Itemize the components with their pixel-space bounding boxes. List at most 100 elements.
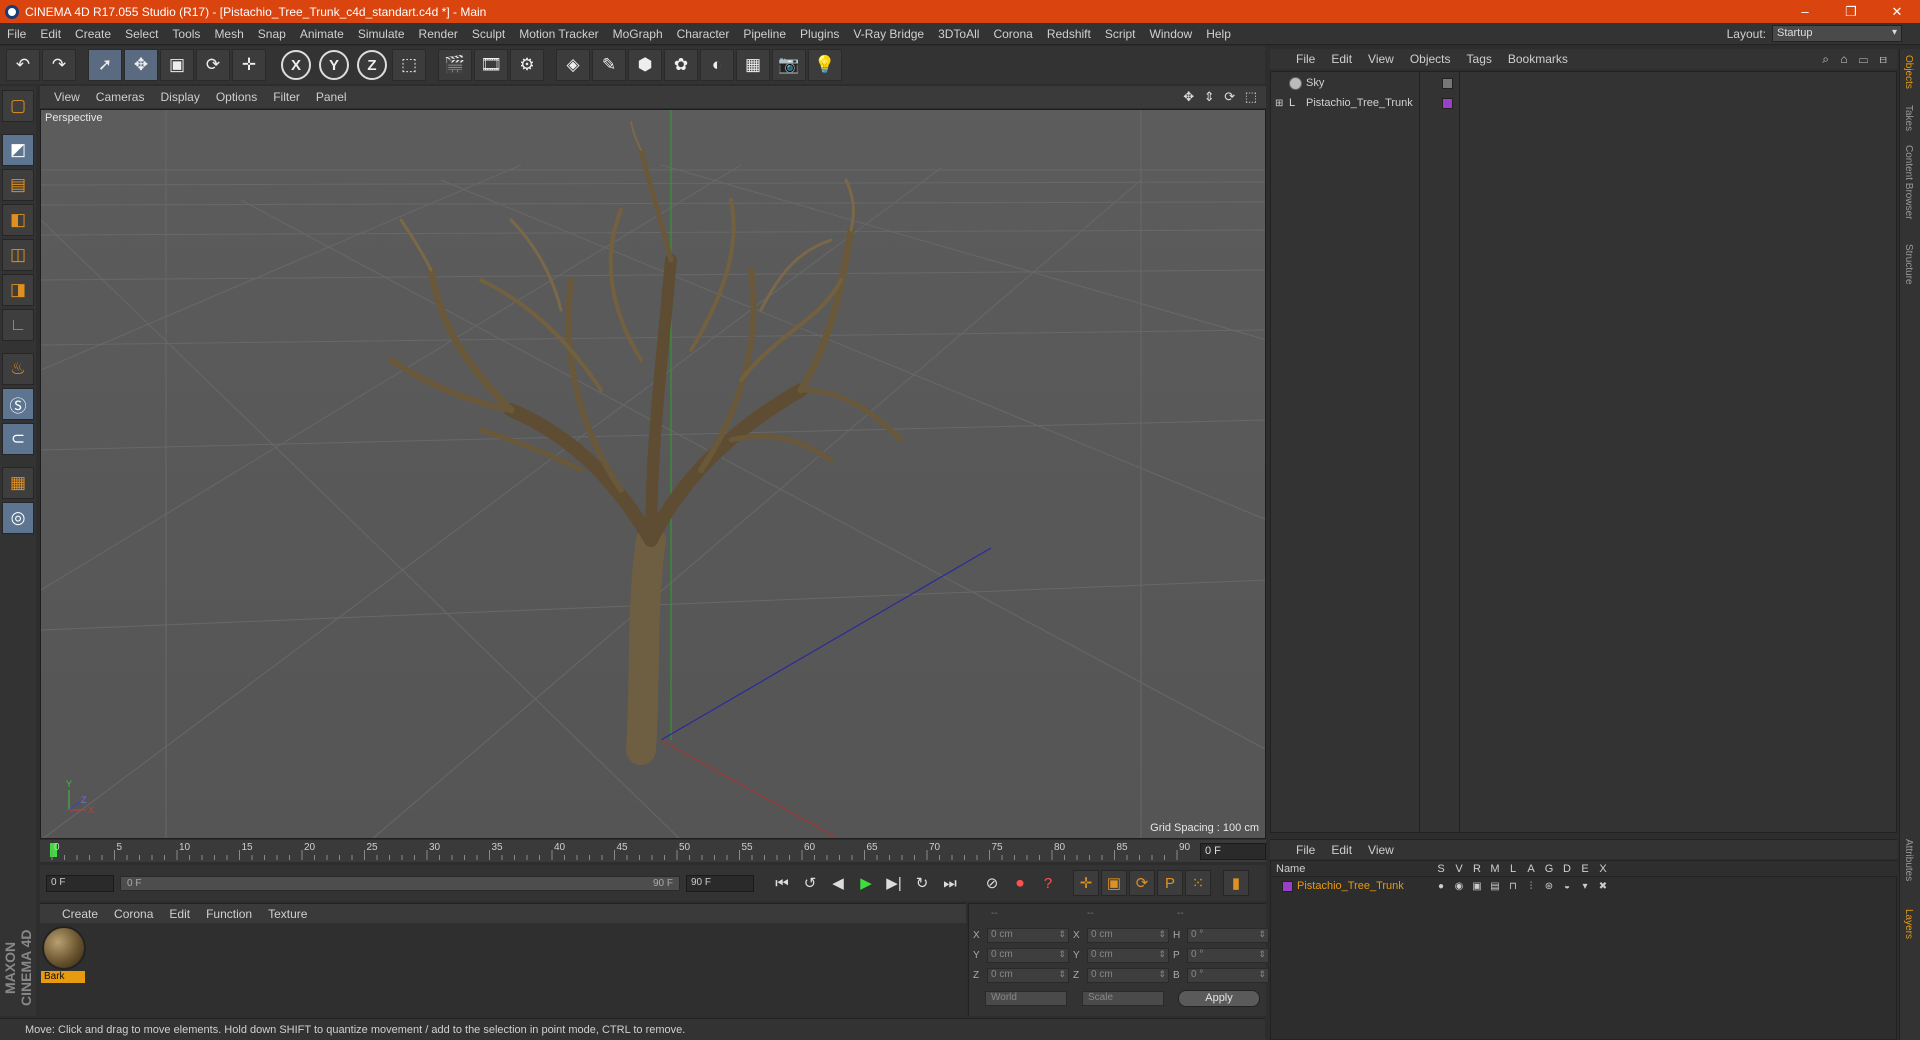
close-button[interactable]: ✕ xyxy=(1874,0,1920,23)
tab-attributes[interactable]: Attributes xyxy=(1903,839,1914,881)
move-tool-icon[interactable]: ✥ xyxy=(124,49,158,81)
previous-frame-icon[interactable]: ◀ xyxy=(825,870,851,896)
layer-menu-edit[interactable]: Edit xyxy=(1323,843,1360,857)
menu-tools[interactable]: Tools xyxy=(165,27,207,41)
material-menu-create[interactable]: Create xyxy=(54,907,106,921)
tab-takes[interactable]: Takes xyxy=(1903,105,1914,131)
viewport-menu-display[interactable]: Display xyxy=(152,90,207,104)
coordinate-system-icon[interactable]: ⬚ xyxy=(392,49,426,81)
render-picture-viewer-icon[interactable]: 🎞 xyxy=(474,49,508,81)
viewport-menu-view[interactable]: View xyxy=(46,90,88,104)
layer-column-xrefs[interactable]: X xyxy=(1594,863,1612,875)
make-editable-icon[interactable]: ▢ xyxy=(2,90,34,122)
record-active-objects-icon[interactable]: ⏺ xyxy=(1007,870,1033,896)
locked-workplane-icon[interactable]: ◎ xyxy=(2,502,34,534)
viewport-menu-options[interactable]: Options xyxy=(208,90,265,104)
object-name[interactable]: Pistachio_Tree_Trunk xyxy=(1306,97,1418,109)
material-menu-corona[interactable]: Corona xyxy=(106,907,161,921)
layer-menu-file[interactable]: File xyxy=(1288,843,1323,857)
menu-corona[interactable]: Corona xyxy=(986,27,1039,41)
position-x-field[interactable]: 0 cm xyxy=(987,928,1069,943)
rotate-tool-icon[interactable]: ⟳ xyxy=(196,49,230,81)
tweak-mode-icon[interactable]: Ⓢ xyxy=(2,388,34,420)
key-pla-icon[interactable]: ⁙ xyxy=(1185,870,1211,896)
layer-column-deformers[interactable]: D xyxy=(1558,863,1576,875)
y-axis-lock-button[interactable]: Y xyxy=(319,50,349,80)
material-menu-edit[interactable]: Edit xyxy=(161,907,198,921)
layer-column-render[interactable]: R xyxy=(1468,863,1486,875)
material-manager-area[interactable] xyxy=(40,923,966,1016)
edge-mode-icon[interactable]: ◨ xyxy=(2,274,34,306)
layer-xref-icon[interactable]: ✖ xyxy=(1594,881,1612,892)
x-axis-lock-button[interactable]: X xyxy=(281,50,311,80)
next-key-icon[interactable]: ↻ xyxy=(909,870,935,896)
redo-icon[interactable]: ↷ xyxy=(42,49,76,81)
current-frame-field[interactable]: 0 F xyxy=(1200,843,1266,860)
restore-button[interactable]: ❐ xyxy=(1828,0,1874,23)
menu-redshift[interactable]: Redshift xyxy=(1040,27,1098,41)
perspective-viewport[interactable]: Y X Z Perspective Grid Spacing : 100 cm xyxy=(40,109,1266,839)
menu-character[interactable]: Character xyxy=(670,27,737,41)
go-to-end-icon[interactable]: ⏭ xyxy=(937,870,963,896)
object-menu-objects[interactable]: Objects xyxy=(1402,52,1459,66)
array-generator-icon[interactable]: ✿ xyxy=(664,49,698,81)
snap-icon[interactable]: ▦ xyxy=(2,467,34,499)
polygon-mode-icon[interactable]: ∟ xyxy=(2,309,34,341)
layer-column-visible[interactable]: V xyxy=(1450,863,1468,875)
size-mode-dropdown[interactable]: Scale xyxy=(1082,991,1164,1006)
layer-solo-icon[interactable]: ● xyxy=(1432,881,1450,892)
undo-icon[interactable]: ↶ xyxy=(6,49,40,81)
point-mode-icon[interactable]: ◫ xyxy=(2,239,34,271)
layer-column-expressions[interactable]: E xyxy=(1576,863,1594,875)
pen-spline-icon[interactable]: ✎ xyxy=(592,49,626,81)
render-view-icon[interactable]: 🎬 xyxy=(438,49,472,81)
layer-column-name[interactable]: Name xyxy=(1272,863,1432,875)
timeline-ruler[interactable]: 0 5 10 15 20 25 30 35 40 45 50 55 60 65 70 75 80 85 90 xyxy=(40,840,1266,862)
menu-select[interactable]: Select xyxy=(118,27,165,41)
menu-mesh[interactable]: Mesh xyxy=(207,27,250,41)
subdivision-surface-icon[interactable]: ⬢ xyxy=(628,49,662,81)
position-z-field[interactable]: 0 cm xyxy=(987,968,1069,983)
menu-script[interactable]: Script xyxy=(1098,27,1143,41)
material-menu-texture[interactable]: Texture xyxy=(260,907,315,921)
menu-3dtoall[interactable]: 3DToAll xyxy=(931,27,986,41)
deformer-icon[interactable]: ◐ xyxy=(700,49,734,81)
menu-motion-tracker[interactable]: Motion Tracker xyxy=(512,27,605,41)
menu-render[interactable]: Render xyxy=(412,27,465,41)
key-parameter-icon[interactable]: P xyxy=(1157,870,1183,896)
menu-snap[interactable]: Snap xyxy=(251,27,293,41)
display-tag-icon[interactable] xyxy=(1442,77,1453,89)
position-y-field[interactable]: 0 cm xyxy=(987,948,1069,963)
menu-mograph[interactable]: MoGraph xyxy=(606,27,670,41)
floor-scene-icon[interactable]: ▦ xyxy=(736,49,770,81)
viewport-menu-filter[interactable]: Filter xyxy=(265,90,308,104)
menu-file[interactable]: File xyxy=(0,27,33,41)
start-frame-field[interactable]: 0 F xyxy=(46,874,114,892)
object-row-sky[interactable]: Sky xyxy=(1275,74,1890,92)
record-disabled-icon[interactable]: ⊘ xyxy=(979,870,1005,896)
object-menu-bookmarks[interactable]: Bookmarks xyxy=(1500,52,1576,66)
bark-material-label[interactable]: Bark xyxy=(41,971,85,983)
timeline-window-icon[interactable]: ▮ xyxy=(1223,870,1249,896)
go-to-start-icon[interactable]: ⏮ xyxy=(769,870,795,896)
texture-mode-icon[interactable]: ▤ xyxy=(2,169,34,201)
tab-content-browser[interactable]: Content Browser xyxy=(1903,145,1914,219)
next-frame-icon[interactable]: ▶| xyxy=(881,870,907,896)
solo-mode-icon[interactable]: ⊂ xyxy=(2,423,34,455)
render-settings-icon[interactable]: ⚙ xyxy=(510,49,544,81)
layer-menu-view[interactable]: View xyxy=(1360,843,1402,857)
autokeying-icon[interactable]: ? xyxy=(1035,870,1061,896)
viewport-menu-panel[interactable]: Panel xyxy=(308,90,355,104)
previous-key-icon[interactable]: ↺ xyxy=(797,870,823,896)
play-forward-icon[interactable]: ▶ xyxy=(853,870,879,896)
menu-window[interactable]: Window xyxy=(1143,27,1200,41)
apply-button[interactable]: Apply xyxy=(1178,990,1260,1007)
key-scale-icon[interactable]: ▣ xyxy=(1101,870,1127,896)
menu-animate[interactable]: Animate xyxy=(293,27,351,41)
rotation-h-field[interactable]: 0 ° xyxy=(1187,928,1269,943)
menu-create[interactable]: Create xyxy=(68,27,118,41)
layer-generator-icon[interactable]: ⊛ xyxy=(1540,881,1558,892)
layer-column-manager[interactable]: M xyxy=(1486,863,1504,875)
scale-tool-icon[interactable]: ▣ xyxy=(160,49,194,81)
object-menu-edit[interactable]: Edit xyxy=(1323,52,1360,66)
